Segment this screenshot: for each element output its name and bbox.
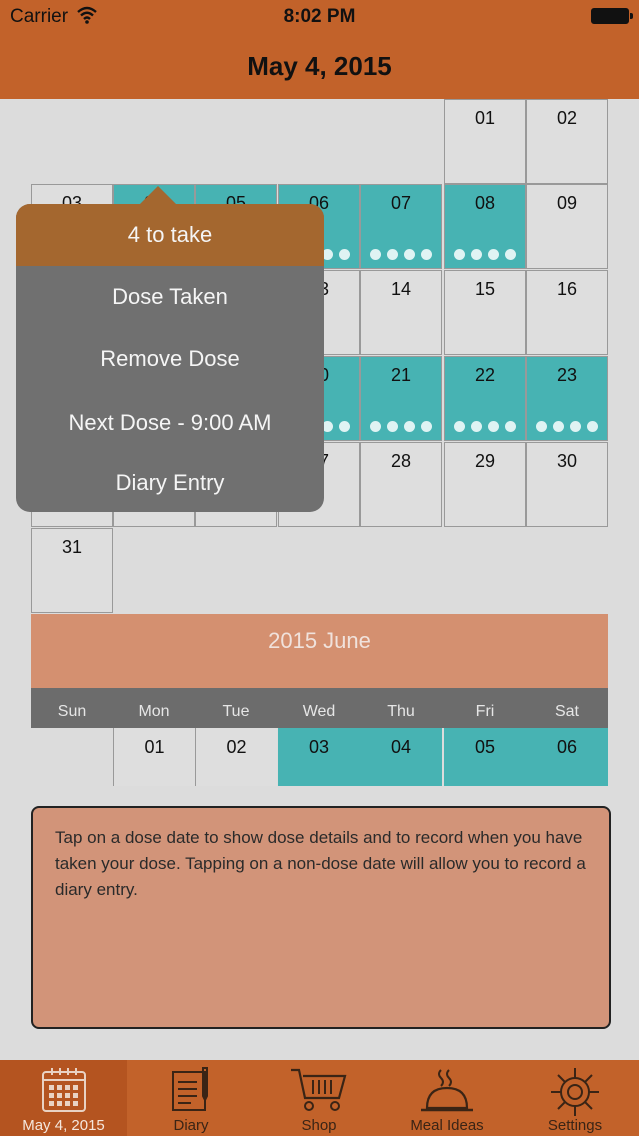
menu-item-next-dose[interactable]: Next Dose - 9:00 AM: [16, 410, 324, 436]
day-cell[interactable]: 14: [360, 270, 442, 355]
day-cell[interactable]: 31: [31, 528, 113, 613]
weekday-label: Sun: [57, 703, 87, 720]
dose-dots: [445, 421, 525, 432]
weekday-label: Mon: [138, 703, 170, 720]
weekday-label: Fri: [475, 703, 495, 720]
calendar-icon: [41, 1068, 86, 1112]
cart-icon: [291, 1068, 347, 1111]
tab-shop[interactable]: Shop: [255, 1060, 383, 1136]
tab-label: Diary: [173, 1117, 209, 1134]
day-cell[interactable]: 01: [113, 728, 195, 786]
day-cell[interactable]: 02: [195, 728, 277, 786]
battery-icon: [591, 8, 633, 24]
day-cell[interactable]: 16: [526, 270, 608, 355]
weekday-header: Sun Mon Tue Wed Thu Fri Sat: [31, 688, 608, 728]
dose-dots: [361, 249, 441, 260]
dose-popup-menu: 4 to take Dose Taken Remove Dose Next Do…: [16, 186, 324, 512]
weekday-label: Sat: [554, 703, 579, 720]
day-cell-dose[interactable]: 21: [360, 356, 442, 441]
menu-item-remove-dose[interactable]: Remove Dose: [16, 346, 324, 372]
month-title-bar: 2015 June: [31, 614, 608, 688]
day-cell[interactable]: 01: [444, 99, 526, 184]
tab-label: Settings: [547, 1117, 603, 1134]
tab-bar: May 4, 2015 Diary Shop Meal Ideas Settin…: [0, 1060, 639, 1136]
day-cell-dose[interactable]: 04: [360, 728, 442, 786]
nav-header: May 4, 2015: [0, 32, 639, 99]
weekday-label: Wed: [302, 703, 336, 720]
day-cell[interactable]: 29: [444, 442, 526, 527]
day-cell[interactable]: 30: [526, 442, 608, 527]
menu-item-dose-taken[interactable]: Dose Taken: [16, 284, 324, 310]
day-cell[interactable]: 09: [526, 184, 608, 269]
popup-title: 4 to take: [16, 204, 324, 266]
day-cell-dose[interactable]: 23: [526, 356, 608, 441]
day-cell[interactable]: 02: [526, 99, 608, 184]
weekday-label: Thu: [387, 703, 415, 720]
day-cell-dose[interactable]: 07: [360, 184, 442, 269]
dose-dots: [361, 421, 441, 432]
day-cell[interactable]: 15: [444, 270, 526, 355]
page-title: May 4, 2015: [247, 51, 392, 81]
gear-icon: [551, 1068, 599, 1116]
tab-calendar[interactable]: May 4, 2015: [0, 1060, 127, 1136]
weekday-label: Tue: [222, 703, 250, 720]
tab-label: May 4, 2015: [22, 1117, 105, 1134]
day-cell[interactable]: 28: [360, 442, 442, 527]
tab-diary[interactable]: Diary: [127, 1060, 255, 1136]
day-cell-dose[interactable]: 03: [278, 728, 360, 786]
day-cell-dose[interactable]: 06: [526, 728, 608, 786]
dose-dots: [445, 249, 525, 260]
tab-meal-ideas[interactable]: Meal Ideas: [383, 1060, 511, 1136]
tab-label: Meal Ideas: [410, 1117, 484, 1134]
status-bar: Carrier 8:02 PM: [0, 0, 639, 32]
day-cell-dose[interactable]: 08: [444, 184, 526, 269]
clock: 8:02 PM: [283, 6, 356, 27]
meal-icon: [421, 1069, 473, 1112]
menu-item-diary-entry[interactable]: Diary Entry: [16, 470, 324, 496]
day-cell-dose[interactable]: 22: [444, 356, 526, 441]
tab-settings[interactable]: Settings: [511, 1060, 639, 1136]
popup-arrow: [140, 186, 176, 204]
diary-icon: [172, 1067, 208, 1111]
tab-label: Shop: [301, 1117, 337, 1134]
instructions-box: Tap on a dose date to show dose details …: [31, 806, 611, 1029]
day-cell-dose[interactable]: 05: [444, 728, 526, 786]
dose-dots: [527, 421, 607, 432]
